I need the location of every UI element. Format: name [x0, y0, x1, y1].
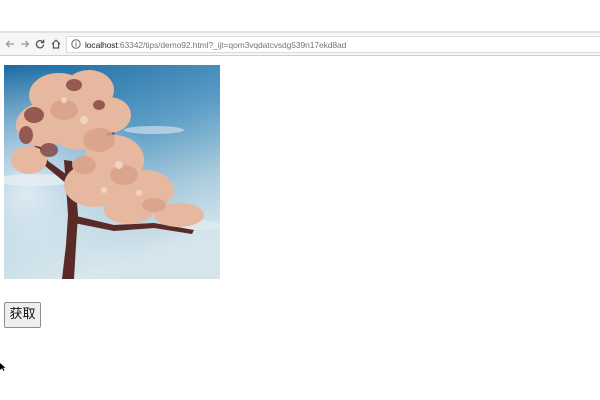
url-host: localhost [85, 40, 118, 50]
url-path: :63342/tips/demo92.html?_ijt=qom3vqdatcv… [117, 40, 347, 50]
reload-icon [35, 39, 45, 49]
back-arrow-icon [5, 40, 14, 48]
browser-toolbar: localhost:63342/tips/demo92.html?_ijt=qo… [0, 33, 600, 56]
forward-arrow-icon [21, 40, 30, 48]
flowering-tree-photo [4, 65, 220, 279]
page-content: 获取 [0, 56, 600, 400]
info-icon[interactable] [71, 39, 81, 49]
mouse-cursor-icon [0, 363, 6, 371]
back-button[interactable] [3, 37, 17, 51]
browser-window: localhost:63342/tips/demo92.html?_ijt=qo… [0, 0, 600, 400]
home-icon [51, 39, 61, 49]
forward-button[interactable] [18, 37, 32, 51]
get-button[interactable]: 获取 [4, 302, 41, 328]
url-text[interactable]: localhost:63342/tips/demo92.html?_ijt=qo… [85, 39, 346, 51]
address-bar[interactable]: localhost:63342/tips/demo92.html?_ijt=qo… [66, 36, 600, 53]
home-button[interactable] [49, 37, 63, 51]
reload-button[interactable] [33, 37, 47, 51]
tab-strip [0, 0, 600, 33]
